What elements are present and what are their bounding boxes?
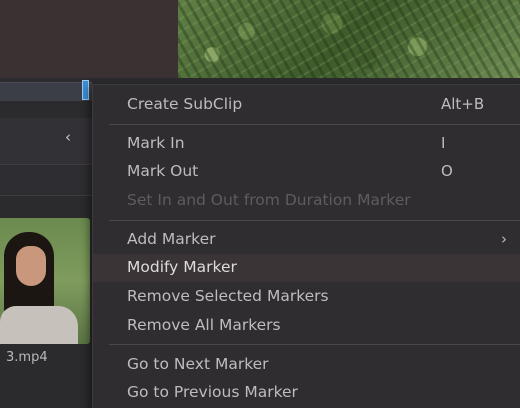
menu-item-label: Mark Out [127, 162, 199, 180]
chevron-left-icon[interactable]: ‹ [60, 128, 76, 146]
menu-item-label: Create SubClip [127, 95, 243, 113]
playhead-handle[interactable] [82, 80, 89, 100]
menu-item-modify-marker[interactable]: Modify Marker [93, 254, 520, 282]
menu-item-label: Go to Next Marker [127, 355, 269, 373]
menu-item-shortcut: I [441, 134, 446, 152]
menu-item-create-subclip[interactable]: Create SubClip Alt+B [93, 91, 520, 119]
menu-item-mark-in[interactable]: Mark In I [93, 130, 520, 158]
editor-window: ‹ 3.mp4 Create SubClip Alt+B Mark In I M… [0, 0, 520, 408]
menu-item-remove-all-markers[interactable]: Remove All Markers [93, 312, 520, 340]
context-menu: Create SubClip Alt+B Mark In I Mark Out … [92, 84, 520, 408]
timeline-scrub-bar[interactable] [0, 82, 92, 101]
menu-item-label: Go to Previous Marker [127, 383, 298, 401]
clip-thumbnail[interactable] [0, 218, 90, 344]
toolbar-row [0, 165, 92, 196]
menu-item-label: Modify Marker [127, 258, 237, 276]
menu-separator [109, 344, 520, 345]
menu-separator [109, 220, 520, 221]
menu-item-shortcut: O [441, 162, 453, 180]
clip-filename: 3.mp4 [6, 350, 48, 365]
thumbnail-face [16, 246, 46, 286]
menu-item-go-to-previous-marker[interactable]: Go to Previous Marker [93, 379, 520, 407]
menu-item-mark-out[interactable]: Mark Out O [93, 158, 520, 186]
menu-item-shortcut: Alt+B [441, 95, 485, 113]
menu-item-add-marker[interactable]: Add Marker › [93, 226, 520, 254]
menu-item-label: Set In and Out from Duration Marker [127, 191, 411, 209]
viewer-preview-image [178, 0, 520, 78]
menu-item-remove-selected-markers[interactable]: Remove Selected Markers [93, 283, 520, 311]
menu-item-set-in-out-from-duration-marker: Set In and Out from Duration Marker [93, 187, 520, 215]
menu-item-label: Remove Selected Markers [127, 287, 329, 305]
menu-item-label: Add Marker [127, 230, 216, 248]
menu-item-go-to-next-marker[interactable]: Go to Next Marker [93, 351, 520, 379]
submenu-chevron-right-icon: › [501, 230, 507, 248]
menu-separator [109, 124, 520, 125]
viewer-background [0, 0, 180, 78]
transport-row [0, 118, 92, 165]
menu-item-label: Remove All Markers [127, 316, 281, 334]
menu-item-label: Mark In [127, 134, 185, 152]
thumbnail-shirt [0, 306, 78, 344]
